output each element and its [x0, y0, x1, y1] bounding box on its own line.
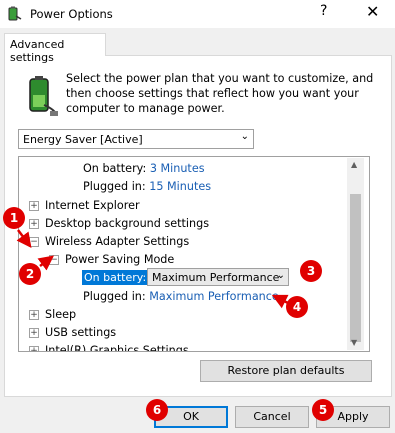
- annotation-badge-3: 3: [300, 260, 322, 282]
- annotation-badge-2: 2: [19, 263, 41, 285]
- annotation-badge-4: 4: [286, 296, 308, 318]
- annotation-arrow-1: [16, 229, 32, 248]
- annotation-arrows: [16, 229, 289, 309]
- annotation-arrow-2: [37, 255, 54, 271]
- annotation-badge-1: 1: [3, 207, 25, 229]
- annotation-badge-5: 5: [312, 399, 334, 421]
- annotation-badge-6: 6: [146, 399, 168, 421]
